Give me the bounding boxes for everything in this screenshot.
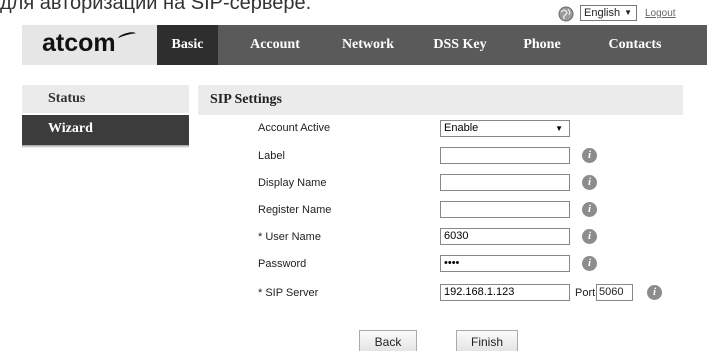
sip-settings-header: SIP Settings	[198, 85, 683, 115]
sidebar-item-wizard[interactable]: Wizard	[22, 115, 189, 145]
sip-server-info-icon[interactable]: i	[647, 285, 662, 300]
language-select[interactable]: English ▼	[580, 5, 637, 21]
chevron-down-icon: ▼	[555, 124, 563, 133]
atcom-logo: atcom	[42, 29, 116, 57]
tab-network[interactable]: Network	[324, 25, 412, 65]
tab-dss-key[interactable]: DSS Key	[420, 25, 500, 65]
display-name-input[interactable]	[440, 174, 570, 191]
register-name-input[interactable]	[440, 201, 570, 218]
sidebar-item-status[interactable]: Status	[22, 85, 189, 115]
logo-area: atcom	[22, 25, 157, 65]
sip-server-label: * SIP Server	[258, 287, 319, 299]
password-info-icon[interactable]: i	[582, 256, 597, 271]
password-label: Password	[258, 258, 307, 270]
tab-contacts[interactable]: Contacts	[590, 25, 680, 65]
label-info-icon[interactable]: i	[582, 148, 597, 163]
sip-server-input[interactable]: 192.168.1.123	[440, 284, 570, 301]
user-name-info-icon[interactable]: i	[582, 229, 597, 244]
label-field-label: Label	[258, 150, 285, 162]
register-name-label: Register Name	[258, 204, 332, 216]
account-active-value: Enable	[444, 122, 479, 134]
language-select-value: English	[584, 7, 621, 19]
tab-account[interactable]: Account	[234, 25, 316, 65]
account-active-select[interactable]: Enable ▼	[440, 120, 570, 137]
display-name-info-icon[interactable]: i	[582, 175, 597, 190]
logo-swoosh-icon	[117, 30, 137, 42]
port-label: Port	[575, 287, 596, 299]
label-input[interactable]	[440, 147, 570, 164]
tab-phone[interactable]: Phone	[509, 25, 575, 65]
port-input[interactable]: 5060	[596, 284, 633, 301]
logout-link[interactable]: Logout	[645, 8, 676, 19]
display-name-label: Display Name	[258, 177, 327, 189]
account-active-label: Account Active	[258, 122, 331, 134]
user-name-input[interactable]: 6030	[440, 228, 570, 245]
finish-button[interactable]: Finish	[456, 330, 518, 351]
password-input[interactable]: ••••	[440, 255, 570, 272]
sidebar-divider	[22, 145, 189, 148]
back-button[interactable]: Back	[359, 330, 417, 351]
instruction-caption: для авторизации на SIP-сервере.	[0, 0, 312, 14]
tab-basic[interactable]: Basic	[157, 25, 218, 65]
sidebar: Status Wizard	[22, 85, 189, 148]
globe-icon	[558, 6, 574, 22]
register-name-info-icon[interactable]: i	[582, 202, 597, 217]
user-name-label: * User Name	[258, 231, 321, 243]
chevron-down-icon: ▼	[624, 8, 632, 17]
top-navigation: atcom Basic Account Network DSS Key Phon…	[22, 25, 707, 65]
